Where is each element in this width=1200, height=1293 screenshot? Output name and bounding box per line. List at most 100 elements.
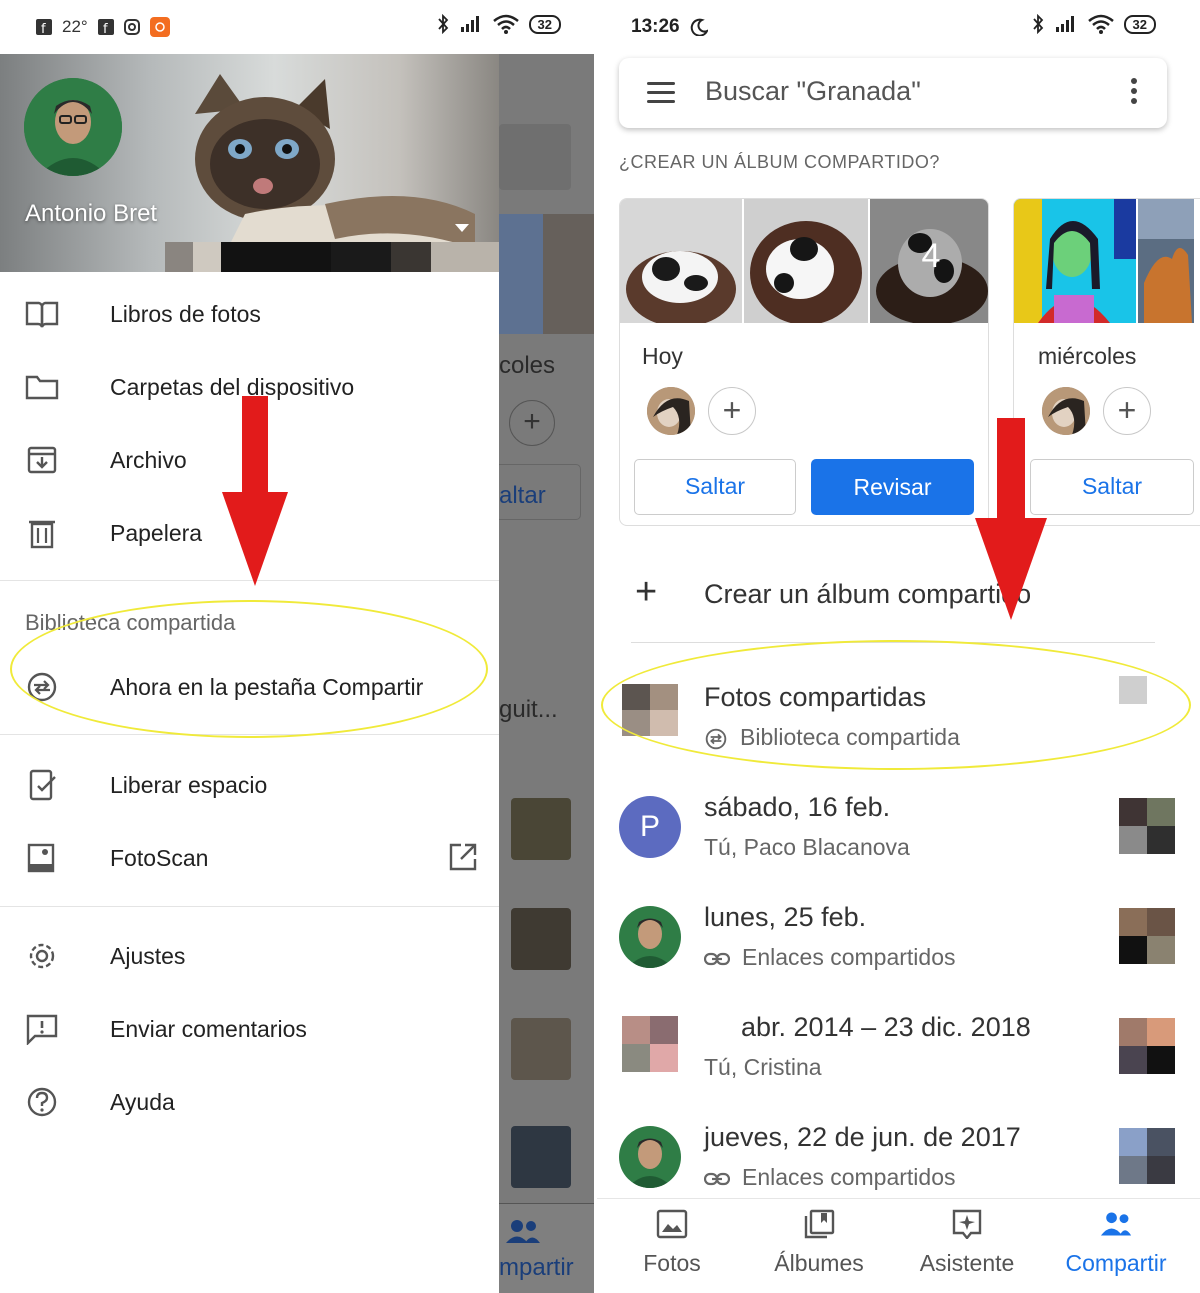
shared-album-row[interactable]: abr. 2014 – 23 dic. 2018 Tú, Cristina: [597, 1006, 1200, 1114]
shared-album-row[interactable]: lunes, 25 feb. Enlaces compartidos: [597, 896, 1200, 1004]
trash-icon: [29, 520, 55, 549]
background-thumbnail: [511, 798, 571, 860]
create-shared-album-row[interactable]: + Crear un álbum compartido: [597, 560, 1200, 630]
temperature-text: 22°: [62, 17, 88, 36]
photoscan-icon: [27, 843, 55, 873]
account-name: Antonio Bret: [25, 200, 158, 227]
albums-icon: [804, 1209, 835, 1239]
battery-indicator: 32: [528, 14, 561, 34]
menu-item-libros-de-fotos[interactable]: Libros de fotos: [0, 284, 499, 344]
menu-item-label: Papelera: [110, 520, 203, 546]
share-people-icon: [506, 1220, 540, 1243]
signal-icon: [1055, 16, 1074, 32]
free-space-icon: [29, 769, 56, 801]
status-bar: f 22° f 32: [0, 0, 597, 54]
signal-icon: [460, 16, 479, 32]
album-thumbnail: [1119, 798, 1175, 854]
face-avatar[interactable]: [647, 387, 695, 435]
red-arrow-annotation: [222, 396, 288, 586]
nav-label: Asistente: [919, 1250, 1015, 1276]
menu-item-label: Enviar comentarios: [110, 1016, 307, 1042]
add-person-button[interactable]: +: [1103, 387, 1151, 435]
instagram-icon: [123, 19, 140, 35]
skip-button[interactable]: Saltar: [634, 459, 796, 515]
yellow-highlight-ellipse: [601, 640, 1191, 770]
album-thumbnail: [1119, 1128, 1175, 1184]
suggestion-date: Hoy: [642, 343, 683, 369]
background-photo: [543, 214, 597, 334]
suggestion-photos[interactable]: 4: [620, 199, 988, 325]
suggestion-date: miércoles: [1038, 343, 1137, 369]
nav-tab-compartir[interactable]: Compartir: [1041, 1209, 1191, 1277]
nav-tab-asistente[interactable]: Asistente: [892, 1209, 1042, 1277]
background-bottom-nav: mpartir: [499, 1203, 597, 1293]
menu-item-label: Liberar espacio: [110, 772, 268, 798]
menu-item-ayuda[interactable]: Ayuda: [0, 1072, 499, 1132]
menu-divider: [0, 906, 499, 907]
background-thumbnail: [511, 1126, 571, 1188]
bottom-navigation: Fotos Álbumes Asistente Compartir: [597, 1198, 1200, 1293]
red-arrow-annotation: [975, 418, 1047, 620]
album-title: abr. 2014 – 23 dic. 2018: [741, 1012, 1031, 1042]
avatar: [619, 906, 681, 968]
suggestion-photo-more: 4: [870, 199, 988, 325]
facebook-icon: f: [97, 19, 114, 35]
suggestion-photo: [1014, 199, 1136, 323]
assistant-icon: [952, 1209, 982, 1240]
help-icon: [27, 1087, 57, 1117]
background-app-scrim[interactable]: coles + altar guit... mpartir: [495, 54, 597, 1293]
background-plus: +: [509, 400, 555, 446]
svg-text:f: f: [41, 22, 46, 35]
face-avatar-photo: [647, 387, 695, 435]
profile-avatar[interactable]: [24, 78, 122, 176]
album-thumbnail: [1119, 1018, 1175, 1074]
search-bar[interactable]: Buscar "Granada": [619, 58, 1167, 128]
review-button[interactable]: Revisar: [811, 459, 974, 515]
yellow-highlight-ellipse: [10, 600, 488, 738]
album-thumbnail: [622, 1016, 678, 1072]
clock-text: 13:26: [631, 16, 680, 37]
feedback-icon: [26, 1014, 58, 1045]
hamburger-menu-icon[interactable]: [647, 82, 675, 104]
nav-label: Fotos: [643, 1250, 701, 1276]
avatar-photo: [24, 78, 122, 176]
open-external-icon: [449, 843, 477, 871]
pixelated-email: [165, 242, 499, 272]
menu-item-ajustes[interactable]: Ajustes: [0, 926, 499, 986]
face-avatar[interactable]: [1042, 387, 1090, 435]
background-search-bar: [499, 124, 571, 190]
suggestion-photo: [620, 199, 742, 323]
book-icon: [25, 301, 59, 328]
menu-item-fotoscan[interactable]: FotoScan: [0, 828, 499, 888]
account-switcher-chevron-down-icon[interactable]: [455, 224, 469, 232]
suggestion-photos[interactable]: [1014, 199, 1194, 323]
wifi-icon: [1087, 14, 1114, 34]
face-avatar-photo: [1042, 387, 1090, 435]
nav-label: Compartir: [1065, 1250, 1167, 1276]
album-thumbnail: [1119, 908, 1175, 964]
more-options-icon[interactable]: [1131, 78, 1137, 108]
wifi-icon: [492, 14, 519, 34]
shared-album-row[interactable]: P sábado, 16 feb. Tú, Paco Blacanova: [597, 786, 1200, 894]
skip-button[interactable]: Saltar: [1030, 459, 1194, 515]
menu-item-liberar-espacio[interactable]: Liberar espacio: [0, 755, 499, 815]
nav-tab-albumes[interactable]: Álbumes: [744, 1209, 894, 1277]
plus-icon: +: [635, 571, 658, 613]
drawer-header: Antonio Bret: [0, 54, 499, 272]
nav-tab-fotos[interactable]: Fotos: [597, 1209, 747, 1277]
do-not-disturb-moon-icon: [690, 18, 708, 36]
menu-item-enviar-comentarios[interactable]: Enviar comentarios: [0, 999, 499, 1059]
album-subtitle-text: Enlaces compartidos: [742, 944, 956, 970]
album-subtitle: Tú, Paco Blacanova: [704, 834, 910, 860]
background-text: altar: [499, 482, 546, 509]
link-icon: [704, 1172, 730, 1186]
add-person-button[interactable]: +: [708, 387, 756, 435]
more-photos-count: 4: [921, 237, 941, 275]
suggestion-card[interactable]: 4 Hoy + Saltar Revisar: [619, 198, 989, 526]
avatar-photo: [619, 1126, 681, 1188]
bluetooth-icon: [1032, 14, 1043, 34]
album-subtitle: Tú, Cristina: [704, 1054, 822, 1080]
facebook-icon: f: [36, 19, 52, 35]
search-input[interactable]: Buscar "Granada": [705, 76, 921, 107]
album-subtitle-text: Enlaces compartidos: [742, 1164, 956, 1190]
